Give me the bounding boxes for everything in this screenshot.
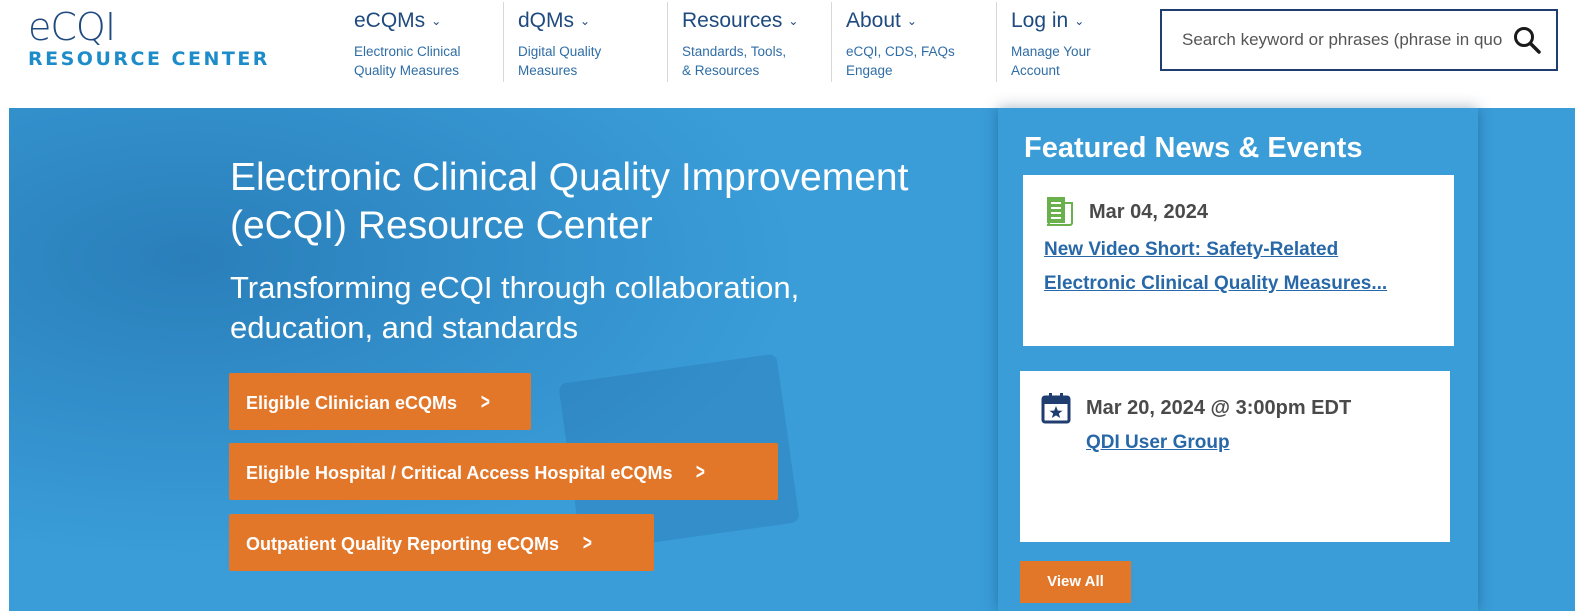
event-link[interactable]: QDI User Group (1086, 426, 1230, 460)
outpatient-quality-reporting-ecqms-button[interactable]: Outpatient Quality Reporting eCQMs > (229, 514, 654, 571)
nav-item-desc: Measures (518, 63, 578, 78)
nav-item-desc: Quality Measures (354, 63, 460, 78)
eligible-clinician-ecqms-button[interactable]: Eligible Clinician eCQMs > (229, 373, 531, 430)
news-date: Mar 04, 2024 (1089, 201, 1208, 223)
news-link-line: New Video Short: Safety-Related (1044, 239, 1339, 260)
nav-item-desc: Digital Quality (518, 44, 602, 59)
button-label: Eligible Clinician eCQMs (246, 393, 458, 413)
nav-item-desc: Standards, Tools, (682, 44, 787, 59)
news-card: Mar 04, 2024 New Video Short: Safety-Rel… (1023, 175, 1454, 346)
button-label: Eligible Hospital / Critical Access Hosp… (246, 463, 673, 483)
nav-item-desc: & Resources (682, 63, 760, 78)
chevron-down-icon: ⌄ (1074, 14, 1085, 28)
view-all-button[interactable]: View All (1020, 561, 1131, 603)
chevron-right-icon: > (480, 389, 490, 414)
eligible-hospital-ecqms-button[interactable]: Eligible Hospital / Critical Access Hosp… (229, 443, 778, 500)
nav-item-desc: Manage Your (1011, 44, 1091, 59)
search-input[interactable] (1162, 11, 1502, 69)
hero-subtitle: Transforming eCQI through collaboration,… (230, 270, 800, 345)
nav-item-ecqms[interactable]: eCQMs ⌄ Electronic Clinical Quality Measu… (340, 2, 461, 82)
site-logo[interactable]: eCQI (28, 5, 116, 49)
chevron-down-icon: ⌄ (906, 14, 917, 28)
featured-title: Featured News & Events (1024, 132, 1363, 164)
nav-item-title: Resources (682, 9, 783, 32)
search-icon (1514, 27, 1541, 54)
event-date: Mar 20, 2024 @ 3:00pm EDT (1086, 397, 1352, 419)
chevron-down-icon: ⌄ (431, 14, 442, 28)
hero-title: Electronic Clinical Quality Improvement … (230, 156, 909, 247)
nav-item-title: eCQMs (354, 9, 426, 32)
nav-item-desc: Account (1011, 63, 1060, 78)
nav-item-desc: eCQI, CDS, FAQs (846, 44, 955, 59)
nav-item-about[interactable]: About ⌄ eCQI, CDS, FAQs Engage (831, 2, 955, 82)
nav-item-desc: Electronic Clinical (354, 44, 461, 59)
logo-subtitle: RESOURCE CENTER (28, 48, 270, 70)
chevron-right-icon: > (582, 530, 592, 555)
logo-wordmark: eCQI (28, 5, 116, 49)
event-card: Mar 20, 2024 @ 3:00pm EDT QDI User Group (1020, 371, 1450, 542)
nav-item-desc: Engage (846, 63, 893, 78)
button-label: Outpatient Quality Reporting eCQMs (246, 534, 560, 554)
nav-item-title: Log in (1011, 9, 1069, 32)
search-button[interactable] (1512, 25, 1542, 55)
nav-item-login[interactable]: Log in ⌄ Manage Your Account (996, 2, 1091, 82)
nav-item-resources[interactable]: Resources ⌄ Standards, Tools, & Resources (667, 2, 798, 82)
site-header: eCQI RESOURCE CENTER eCQMs ⌄ Electronic C… (0, 0, 1575, 108)
news-link-line: Electronic Clinical Quality Measures... (1044, 273, 1388, 294)
news-document-icon (1046, 197, 1073, 226)
news-link[interactable]: New Video Short: Safety-Related Electron… (1044, 233, 1387, 301)
chevron-down-icon: ⌄ (788, 14, 799, 28)
calendar-event-icon (1041, 393, 1071, 424)
featured-news-panel: Featured News & Events Mar 04, 2024 New … (998, 108, 1478, 611)
nav-item-title: dQMs (518, 9, 575, 32)
nav-item-dqms[interactable]: dQMs ⌄ Digital Quality Measures (503, 2, 601, 82)
chevron-right-icon: > (696, 459, 706, 484)
search-box (1160, 9, 1558, 71)
nav-item-title: About (846, 9, 901, 32)
chevron-down-icon: ⌄ (580, 14, 591, 28)
